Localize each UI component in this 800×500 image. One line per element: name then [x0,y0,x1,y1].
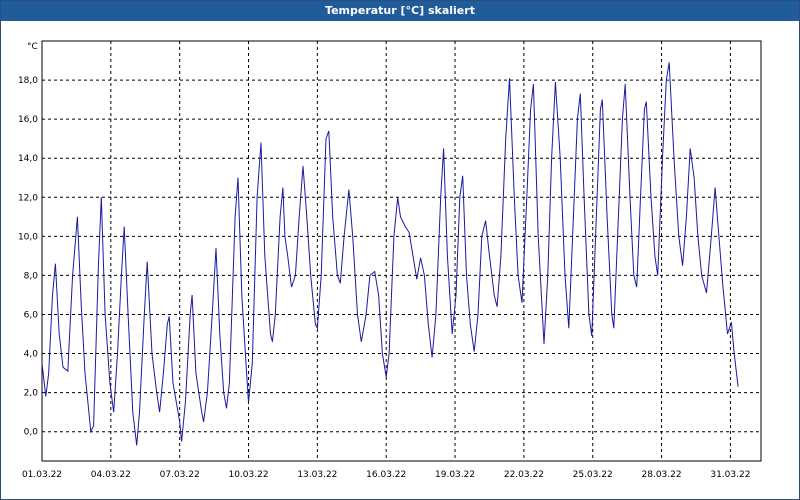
x-tick-label: 07.03.22 [160,470,200,480]
x-tick-label: 16.03.22 [366,470,406,480]
y-tick-label: 16,0 [18,115,38,125]
y-tick-labels: 0,0 2,0 4,0 6,0 8,0 10,0 12,0 14,0 16,0 18,0 [18,76,38,438]
x-tick-label: 25.03.22 [573,470,613,480]
grid-layer [42,41,761,461]
x-tick-label: 13.03.22 [297,470,337,480]
x-tick-label: 10.03.22 [228,470,268,480]
x-tick-label: 04.03.22 [91,470,131,480]
y-tick-label: 10,0 [18,232,38,242]
temperature-series-line [41,62,739,446]
y-tick-label: 0,0 [24,428,39,438]
x-tick-labels: 01.03.22 04.03.22 07.03.22 10.03.22 13.03.22… [22,470,750,480]
y-tick-label: 6,0 [24,310,39,320]
x-tick-label: 22.03.22 [504,470,544,480]
y-tick-label: 2,0 [24,389,39,399]
plot-frame [41,40,762,462]
temperature-chart: 0,0 2,0 4,0 6,0 8,0 10,0 12,0 14,0 16,0 18,0 01.0… [18,40,762,480]
y-axis-unit-label: °C [27,42,38,52]
y-tick-label: 8,0 [24,271,39,281]
x-tick-label: 28.03.22 [642,470,682,480]
y-tick-label: 12,0 [18,193,38,203]
chart-window: Temperatur [°C] skaliert 0,0 2,0 4,0 6,0 8,0… [0,0,800,500]
y-tick-label: 18,0 [18,76,38,86]
x-tick-label: 31.03.22 [710,470,750,480]
x-tick-label: 01.03.22 [22,470,62,480]
y-tick-label: 14,0 [18,154,38,164]
window-title: Temperatur [°C] skaliert [1,1,799,21]
y-tick-label: 4,0 [24,350,39,360]
x-tick-label: 19.03.22 [435,470,475,480]
